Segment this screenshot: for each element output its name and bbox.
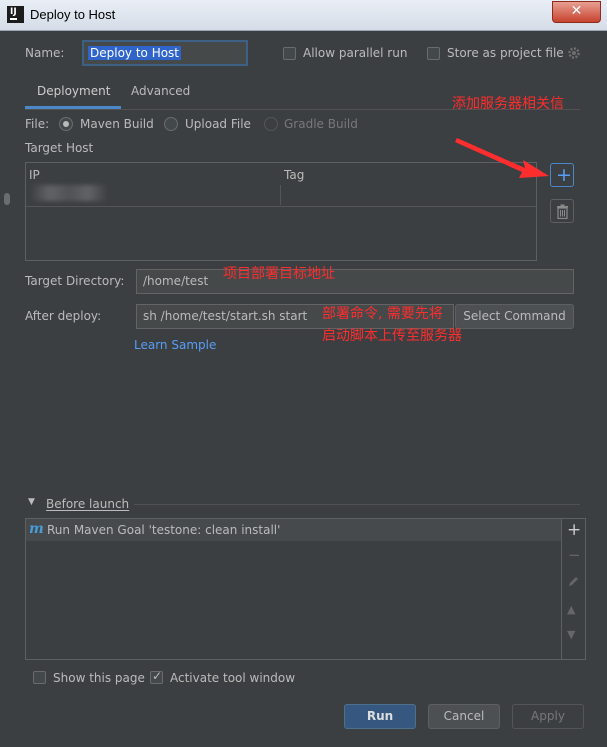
list-item[interactable]: m Run Maven Goal 'testone: clean install… [26, 519, 561, 541]
move-down-icon[interactable]: ▼ [567, 628, 575, 641]
resize-handle[interactable] [4, 193, 10, 205]
tab-advanced[interactable]: Advanced [131, 84, 190, 98]
annotation-arrow-icon [455, 138, 549, 178]
activate-tool-window-checkbox[interactable] [150, 669, 163, 684]
table-row-divider [26, 206, 536, 207]
add-task-icon[interactable]: + [567, 520, 581, 540]
target-directory-label: Target Directory: [25, 274, 125, 288]
annotation-deploy-command-line1: 部署命令, 需要先将 [322, 306, 443, 322]
after-deploy-label: After deploy: [25, 309, 102, 323]
add-host-button[interactable]: + [550, 163, 574, 187]
close-button[interactable]: ✕ [552, 1, 601, 23]
cancel-button[interactable]: Cancel [428, 704, 500, 729]
column-header-tag[interactable]: Tag [284, 168, 304, 182]
allow-parallel-run-label: Allow parallel run [303, 46, 408, 60]
tab-deployment[interactable]: Deployment [37, 84, 110, 98]
annotation-target-path: 项目部署目标地址 [223, 266, 335, 282]
trash-icon [557, 204, 568, 219]
intellij-app-icon: IJ [7, 6, 24, 23]
maven-build-radio[interactable] [59, 117, 73, 131]
select-command-button[interactable]: Select Command [455, 304, 574, 329]
upload-file-radio[interactable] [164, 117, 178, 131]
column-divider [280, 185, 281, 205]
gradle-build-radio [264, 117, 278, 131]
maven-build-label: Maven Build [80, 117, 154, 131]
task-label: Run Maven Goal 'testone: clean install' [47, 523, 281, 537]
collapse-triangle-icon[interactable]: ▼ [28, 497, 35, 507]
name-label: Name: [25, 46, 65, 60]
plus-icon: + [556, 164, 572, 186]
before-launch-separator [134, 504, 580, 505]
upload-file-label: Upload File [185, 117, 251, 131]
blurred-ip-cell[interactable] [30, 185, 108, 201]
title-bar: IJ Deploy to Host ✕ [0, 0, 607, 31]
target-directory-input[interactable]: /home/test [136, 269, 574, 294]
name-input[interactable]: Deploy to Host [82, 40, 248, 66]
gear-icon[interactable] [567, 46, 581, 60]
name-input-value: Deploy to Host [88, 46, 182, 60]
activate-tool-window-label: Activate tool window [170, 671, 296, 685]
gradle-build-label: Gradle Build [284, 117, 358, 131]
column-header-ip[interactable]: IP [29, 168, 40, 182]
annotation-deploy-command-line2: 启动脚本上传至服务器 [322, 328, 462, 344]
show-this-page-checkbox[interactable] [33, 671, 46, 684]
store-as-project-file-label: Store as project file [447, 46, 564, 60]
delete-host-button[interactable] [550, 199, 574, 223]
run-button[interactable]: Run [344, 704, 416, 729]
target-host-label: Target Host [25, 141, 94, 155]
maven-icon: m [29, 521, 44, 537]
pencil-icon[interactable] [567, 575, 580, 588]
apply-button[interactable]: Apply [512, 704, 584, 729]
show-this-page-label: Show this page [53, 671, 145, 685]
learn-sample-link[interactable]: Learn Sample [134, 338, 216, 352]
store-as-project-file-checkbox[interactable] [427, 47, 440, 60]
before-launch-task-list[interactable]: m Run Maven Goal 'testone: clean install… [25, 518, 562, 660]
move-up-icon[interactable]: ▲ [567, 603, 575, 616]
allow-parallel-run-checkbox[interactable] [283, 47, 296, 60]
window-title: Deploy to Host [30, 7, 116, 22]
task-toolbar: + − ▲ ▼ [562, 518, 586, 660]
file-label: File: [25, 117, 50, 131]
remove-task-icon[interactable]: − [568, 546, 581, 564]
before-launch-label[interactable]: Before launch [46, 497, 129, 511]
annotation-add-server: 添加服务器相关信 [452, 96, 564, 112]
